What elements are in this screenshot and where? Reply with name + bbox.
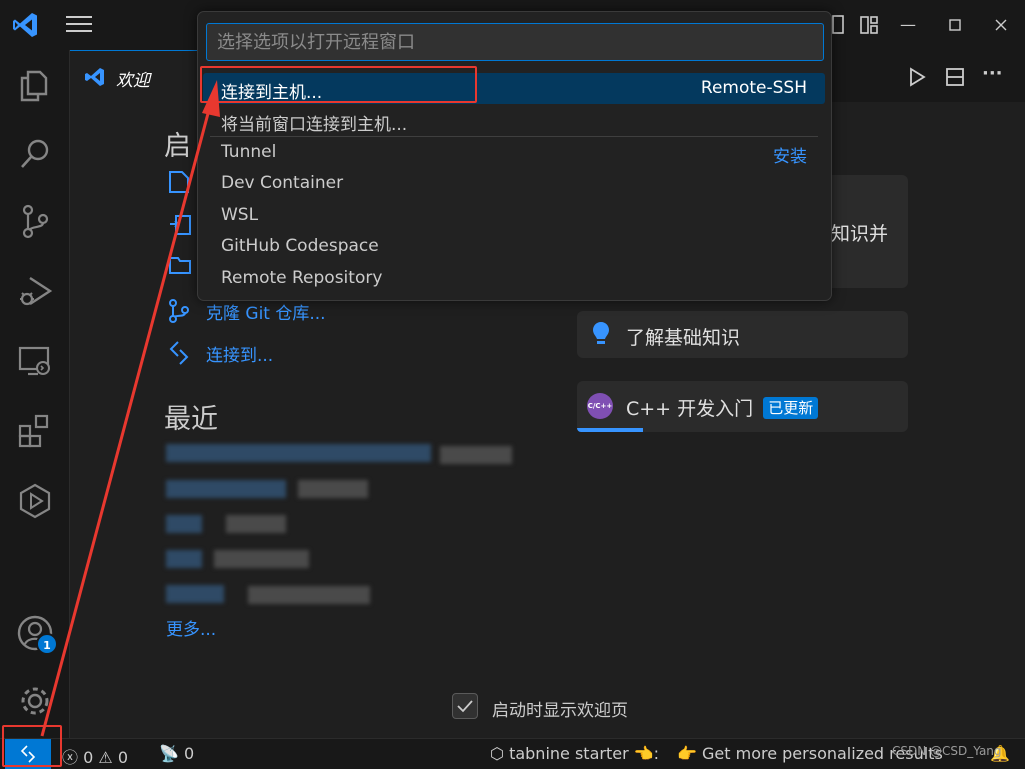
checkmark-icon bbox=[457, 700, 473, 713]
tabnine-emoji: 👈: bbox=[633, 744, 660, 763]
qp-item-wsl[interactable]: WSL bbox=[203, 200, 825, 231]
tab-label: 欢迎 bbox=[116, 71, 150, 91]
ports-indicator[interactable]: 📡 0 bbox=[159, 744, 194, 763]
recent-item-blurred[interactable] bbox=[166, 550, 202, 568]
more-recent-link[interactable]: 更多... bbox=[166, 615, 216, 640]
recent-path-blurred bbox=[248, 586, 370, 604]
walkthrough-basics-title: 了解基础知识 bbox=[626, 327, 741, 349]
broadcast-icon: 📡 bbox=[159, 744, 179, 763]
tabnine-icon: ⬡ bbox=[490, 744, 504, 763]
vscode-tab-icon bbox=[85, 68, 104, 86]
qp-item-label: 将当前窗口连接到主机... bbox=[221, 115, 408, 135]
run-icon[interactable] bbox=[906, 66, 928, 88]
recent-item-blurred[interactable] bbox=[166, 515, 202, 533]
error-count: 0 bbox=[83, 748, 94, 767]
error-icon: ⓧ bbox=[62, 748, 79, 767]
connect-to-label: 连接到... bbox=[206, 346, 274, 366]
cpp-extension-icon: C/C++ bbox=[587, 393, 613, 419]
new-file-icon[interactable] bbox=[168, 170, 190, 194]
git-branch-icon bbox=[169, 299, 189, 323]
recent-item-blurred[interactable] bbox=[166, 585, 224, 603]
start-heading: 启 bbox=[164, 131, 191, 162]
remote-icon bbox=[169, 341, 189, 365]
watermark: CSDN @CSD_Yang bbox=[892, 744, 1002, 758]
recent-item-blurred[interactable] bbox=[166, 480, 286, 498]
recent-path-blurred bbox=[440, 446, 512, 464]
tabnine-label: tabnine starter bbox=[509, 744, 629, 763]
show-welcome-checkbox[interactable] bbox=[452, 693, 478, 719]
run-debug-icon[interactable] bbox=[16, 272, 54, 310]
qp-item-connect-current-window[interactable]: 将当前窗口连接到主机... bbox=[203, 105, 825, 136]
qp-item-github-codespace[interactable]: GitHub Codespace bbox=[203, 231, 825, 262]
quick-pick-input[interactable] bbox=[206, 23, 824, 61]
more-actions-icon[interactable]: ··· bbox=[982, 65, 1004, 88]
open-file-icon[interactable] bbox=[168, 212, 194, 238]
accounts-badge: 1 bbox=[36, 633, 58, 655]
open-folder-icon[interactable] bbox=[168, 254, 194, 276]
recent-heading: 最近 bbox=[164, 404, 218, 435]
explorer-icon[interactable] bbox=[16, 66, 54, 104]
qp-item-tunnel[interactable]: Tunnel 安装 bbox=[203, 137, 825, 168]
qp-item-detail: Remote-SSH bbox=[700, 78, 807, 98]
recent-path-blurred bbox=[298, 480, 368, 498]
remote-quick-pick: 连接到主机... Remote-SSH 将当前窗口连接到主机... Tunnel… bbox=[197, 11, 832, 301]
ports-count: 0 bbox=[184, 744, 195, 763]
updated-badge: 已更新 bbox=[763, 397, 819, 419]
recent-item-blurred[interactable] bbox=[166, 444, 431, 462]
walkthrough-basics[interactable]: 了解基础知识 bbox=[577, 311, 908, 358]
warning-icon: ⚠ bbox=[98, 748, 113, 767]
hamburger-menu-icon[interactable] bbox=[66, 16, 92, 34]
qp-item-dev-container[interactable]: Dev Container bbox=[203, 168, 825, 199]
qp-item-label: WSL bbox=[221, 205, 259, 225]
source-control-icon[interactable] bbox=[16, 202, 54, 240]
remote-explorer-icon[interactable] bbox=[16, 342, 54, 380]
tab-welcome[interactable]: 欢迎 bbox=[70, 50, 200, 102]
toggle-panel-icon[interactable] bbox=[829, 14, 851, 36]
walkthrough-cpp[interactable]: C/C++ C++ 开发入门 已更新 bbox=[577, 381, 908, 432]
manage-gear-icon[interactable] bbox=[16, 682, 54, 720]
warning-count: 0 bbox=[117, 748, 129, 767]
recent-path-blurred bbox=[214, 550, 309, 568]
pointing-emoji: 👉 bbox=[677, 744, 697, 763]
qp-item-label: GitHub Codespace bbox=[221, 236, 379, 256]
recent-path-blurred bbox=[226, 515, 286, 533]
extensions-icon[interactable] bbox=[16, 412, 54, 450]
search-icon[interactable] bbox=[16, 134, 54, 172]
close-icon[interactable] bbox=[990, 14, 1012, 36]
live-preview-icon[interactable] bbox=[16, 482, 54, 520]
maximize-icon[interactable] bbox=[944, 14, 966, 36]
split-editor-icon[interactable] bbox=[944, 66, 966, 88]
qp-item-label: Dev Container bbox=[221, 173, 344, 193]
qp-item-label: Tunnel bbox=[221, 142, 277, 162]
annotation-highlight-box bbox=[2, 725, 62, 767]
walkthrough-cpp-label: C++ 开发入门 bbox=[626, 398, 754, 420]
tabnine-status[interactable]: ⬡ tabnine starter 👈: bbox=[490, 744, 659, 763]
lightbulb-icon bbox=[593, 322, 609, 344]
problems-indicator[interactable]: ⓧ 0 ⚠ 0 bbox=[62, 744, 128, 768]
vscode-logo-icon bbox=[13, 13, 37, 37]
customize-layout-icon[interactable] bbox=[858, 14, 880, 36]
qp-item-label: Remote Repository bbox=[221, 268, 383, 288]
clone-git-repo-label: 克隆 Git 仓库... bbox=[206, 304, 326, 324]
status-bar: ⓧ 0 ⚠ 0 📡 0 ⬡ tabnine starter 👈: 👉 Get m… bbox=[0, 738, 1025, 769]
show-welcome-label: 启动时显示欢迎页 bbox=[492, 701, 628, 721]
qp-item-install-link[interactable]: 安装 bbox=[773, 142, 807, 167]
annotation-highlight-box bbox=[200, 66, 477, 103]
qp-item-remote-repository[interactable]: Remote Repository bbox=[203, 263, 825, 294]
walkthrough-title-partial: 知识并 bbox=[831, 223, 889, 245]
walkthrough-progress-bar bbox=[577, 428, 643, 432]
minimize-icon[interactable]: — bbox=[897, 14, 919, 36]
walkthrough-cpp-title: C++ 开发入门 已更新 bbox=[626, 394, 819, 421]
